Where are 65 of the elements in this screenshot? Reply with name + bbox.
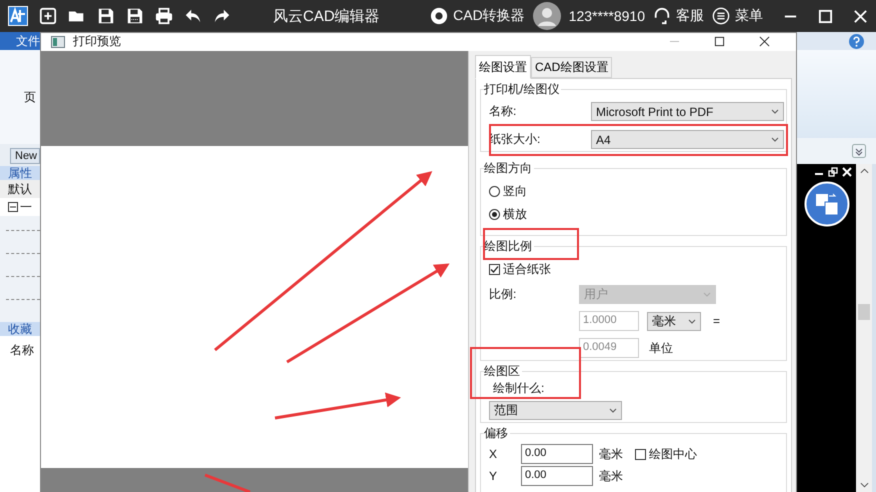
dialog-title: 打印预览 — [73, 33, 122, 50]
paper-size-dropdown[interactable]: A4 — [591, 130, 784, 149]
converter-button[interactable]: CAD转换器 — [430, 7, 525, 25]
scroll-thumb[interactable] — [858, 304, 870, 320]
axis-label: X — [489, 447, 498, 461]
document-tab[interactable]: New — [10, 148, 40, 164]
orientation-radio[interactable]: 竖向 — [489, 183, 784, 200]
equals-sign: = — [713, 314, 720, 328]
ribbon-label[interactable]: 页 — [24, 88, 36, 106]
print-icon[interactable] — [155, 7, 173, 25]
save-as-icon[interactable] — [126, 7, 144, 25]
scroll-up-icon[interactable] — [860, 168, 868, 174]
translate-icon[interactable] — [804, 181, 850, 227]
window-icon — [51, 36, 65, 48]
checkbox-icon[interactable] — [635, 448, 646, 460]
panel-header: 收藏 — [0, 322, 40, 336]
unit-label: 毫米 — [599, 446, 623, 462]
ring-icon — [430, 7, 448, 25]
property-default: 默认 — [0, 180, 40, 198]
menu-tab[interactable]: 文件 — [0, 32, 40, 50]
field-label: 名称: — [489, 103, 518, 120]
unit-label: 毫米 — [599, 468, 623, 484]
app-logo-icon[interactable] — [8, 6, 28, 26]
units-label: 单位 — [649, 340, 673, 356]
field-label: 比例: — [489, 286, 518, 303]
column-header: 名称 — [0, 336, 40, 492]
avatar-icon[interactable] — [532, 2, 561, 30]
close-icon[interactable] — [759, 36, 770, 47]
settings-tab[interactable]: 绘图设置 — [475, 55, 531, 79]
orientation-radio[interactable]: 横放 — [489, 206, 784, 223]
scroll-down-icon[interactable] — [860, 482, 868, 488]
support-button[interactable]: 客服 — [653, 7, 704, 25]
field-label: 绘制什么: — [493, 380, 544, 397]
scrollbar[interactable] — [856, 164, 872, 492]
unit-dropdown[interactable]: 毫米 — [647, 312, 701, 330]
plot-area-dropdown[interactable]: 范围 — [489, 401, 622, 420]
caret-icon — [609, 408, 617, 413]
restore-icon[interactable] — [828, 167, 838, 177]
offset-input[interactable]: 0.00 — [521, 444, 593, 464]
user-id[interactable]: 123****8910 — [568, 8, 645, 24]
group-title: 偏移 — [484, 425, 510, 442]
center-plot-checkbox[interactable]: 绘图中心 — [635, 446, 697, 462]
chevron-down-icon[interactable] — [852, 144, 866, 158]
collapse-icon[interactable] — [8, 202, 18, 212]
settings-tab[interactable]: CAD绘图设置 — [531, 57, 612, 78]
tree-item[interactable]: 一 — [0, 198, 40, 216]
app-title: 风云CAD编辑器 — [273, 6, 381, 26]
caret-icon — [688, 318, 696, 324]
save-icon[interactable] — [97, 7, 115, 25]
caret-icon — [703, 292, 711, 297]
panel-header: 属性 — [0, 166, 40, 180]
menu-button[interactable]: 菜单 — [712, 7, 763, 25]
menu-icon — [712, 7, 730, 25]
printer-dropdown[interactable]: Microsoft Print to PDF — [591, 102, 784, 121]
maximize-icon[interactable] — [714, 36, 725, 47]
axis-label: Y — [489, 469, 498, 483]
headset-icon — [653, 7, 671, 25]
caret-icon — [771, 137, 779, 142]
caret-icon — [771, 109, 779, 114]
new-file-icon[interactable] — [39, 7, 57, 25]
fit-paper-checkbox[interactable]: 适合纸张 — [489, 261, 784, 278]
offset-input[interactable]: 0.00 — [521, 466, 593, 486]
checkbox-icon[interactable] — [489, 264, 500, 275]
group-title: 打印机/绘图仪 — [484, 81, 562, 98]
help-icon[interactable] — [849, 34, 864, 48]
